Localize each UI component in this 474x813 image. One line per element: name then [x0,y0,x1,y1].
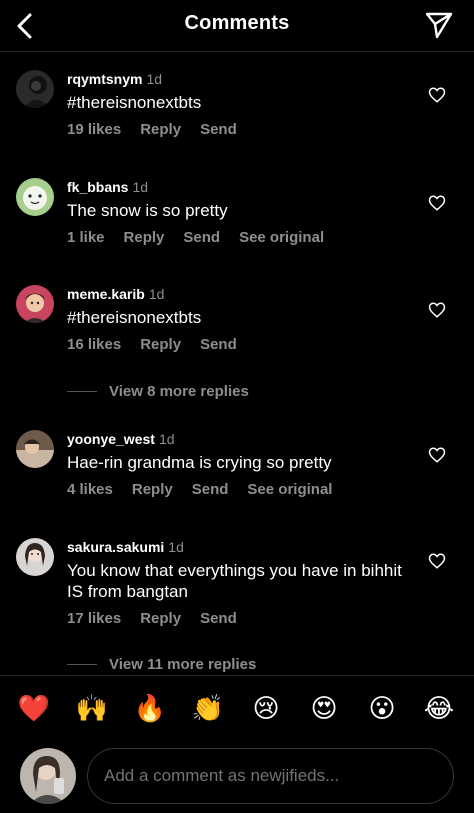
send-button[interactable]: Send [183,229,220,246]
comment-username[interactable]: meme.karib [67,286,145,302]
emoji-crying-button[interactable]: 😢 [249,692,283,726]
reply-button[interactable]: Reply [140,336,181,353]
view-replies-label: View 8 more replies [109,383,249,400]
likes-count[interactable]: 4 likes [67,481,113,498]
likes-count[interactable]: 19 likes [67,121,121,138]
emoji-surprised-button[interactable]: 😮 [365,692,399,726]
reply-thread-line [67,664,97,665]
comment-input[interactable] [87,748,454,804]
comment-time: 1d [168,539,184,555]
avatar[interactable] [16,430,54,468]
comment-time: 1d [148,286,165,302]
likes-count[interactable]: 17 likes [67,610,121,627]
comment-text: #thereisnonextbts [67,308,202,327]
comment-time: 1d [158,431,175,447]
avatar[interactable] [16,178,54,216]
reply-thread-line [67,391,97,392]
send-button[interactable]: Send [200,121,237,138]
send-button[interactable]: Send [200,336,237,353]
emoji-heart-eyes-button[interactable]: 😍 [307,692,341,726]
paper-plane-icon[interactable] [424,10,454,40]
emoji-clap-button[interactable]: 👏 [191,692,225,726]
reply-button[interactable]: Reply [132,481,173,498]
comment-text: The snow is so pretty [67,201,228,220]
comment-text: Hae-rin grandma is crying so pretty [67,453,332,472]
avatar[interactable] [16,285,54,323]
send-button[interactable]: Send [192,481,229,498]
comment-text: You know that everythings you have in bi… [67,561,402,601]
likes-count[interactable]: 1 like [67,229,105,246]
view-more-replies-button[interactable]: View 11 more replies [67,656,256,673]
reply-button[interactable]: Reply [140,610,181,627]
page-title: Comments [184,12,290,34]
comment-username[interactable]: fk_bbans [67,179,128,195]
emoji-laughing-button[interactable]: 😂 [422,692,456,726]
header: Comments [0,0,474,52]
see-original-button[interactable]: See original [239,229,324,246]
heart-icon[interactable] [428,86,446,104]
heart-icon[interactable] [428,552,446,570]
emoji-heart-button[interactable]: ❤️ [17,692,51,726]
heart-icon[interactable] [428,446,446,464]
heart-icon[interactable] [428,194,446,212]
reply-button[interactable]: Reply [124,229,165,246]
emoji-reaction-bar: ❤️ 🙌 🔥 👏 😢 😍 😮 😂 [0,688,474,732]
send-button[interactable]: Send [200,610,237,627]
comment-username[interactable]: sakura.sakumi [67,539,164,555]
avatar[interactable] [16,538,54,576]
avatar[interactable] [16,70,54,108]
divider [0,675,474,676]
see-original-button[interactable]: See original [247,481,332,498]
comment-text: #thereisnonextbts [67,93,202,112]
comment-username[interactable]: yoonye_west [67,431,155,447]
heart-icon[interactable] [428,301,446,319]
comment-time: 1d [132,179,149,195]
avatar [20,748,76,804]
comment-time: 1d [146,71,163,87]
comment-composer [0,740,474,813]
emoji-fire-button[interactable]: 🔥 [133,692,167,726]
likes-count[interactable]: 16 likes [67,336,121,353]
view-replies-label: View 11 more replies [109,656,257,673]
reply-button[interactable]: Reply [140,121,181,138]
comment-username[interactable]: rqymtsnym [67,71,142,87]
emoji-raised-hands-button[interactable]: 🙌 [75,692,109,726]
view-more-replies-button[interactable]: View 8 more replies [67,383,249,400]
